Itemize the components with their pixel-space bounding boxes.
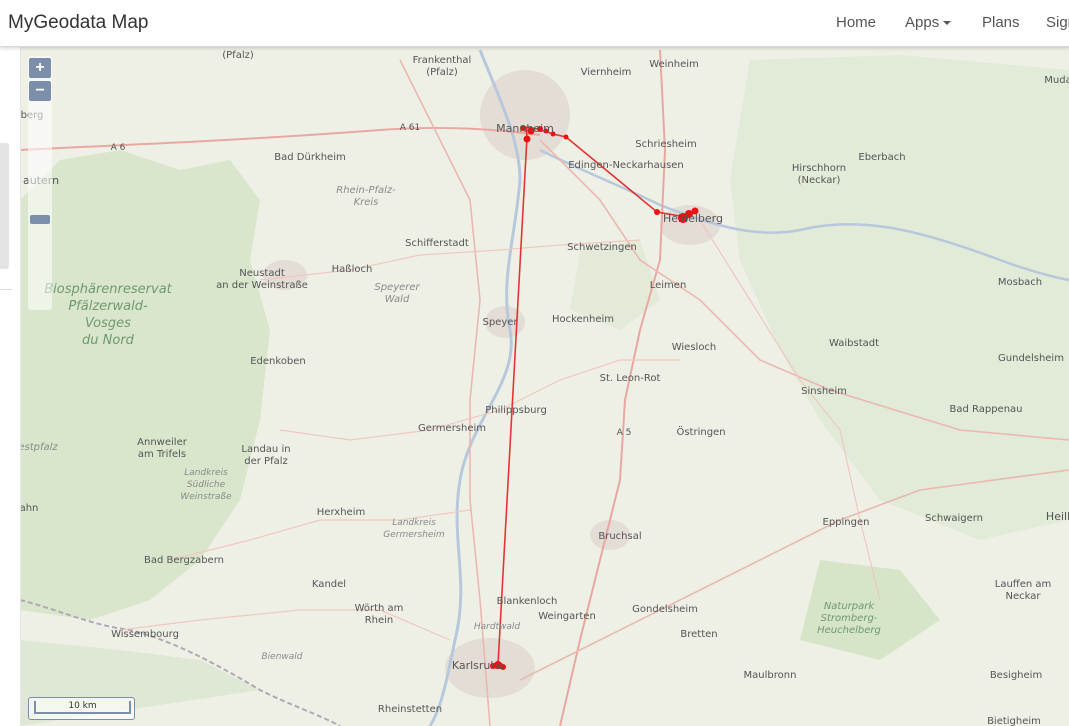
place-label: Mosbach	[997, 277, 1043, 288]
sidebar-divider	[0, 289, 12, 290]
place-label: Schwetzingen	[567, 242, 637, 253]
place-label: Eberbach	[858, 152, 906, 163]
place-label: Herxheim	[316, 507, 366, 518]
forest-label: Bienwald	[261, 652, 303, 662]
sidebar-toggle-handle[interactable]	[0, 143, 9, 269]
forest-label: Speyerer Wald	[374, 282, 420, 305]
place-label: Eppingen	[822, 517, 870, 528]
place-label: Landau in der Pfalz	[241, 444, 291, 467]
nav-sign[interactable]: Sign	[1046, 14, 1069, 31]
district-label: Landkreis Germersheim	[383, 518, 445, 540]
place-label: Viernheim	[580, 67, 632, 78]
place-label: Bad Dürkheim	[274, 152, 346, 163]
place-label: Lauffen am Neckar	[994, 579, 1052, 602]
place-label: Germersheim	[417, 423, 487, 434]
place-label: Sinsheim	[801, 386, 847, 397]
gps-track	[490, 125, 699, 670]
place-label: Speyer	[482, 317, 518, 328]
zoom-out-button[interactable]: −	[29, 81, 51, 101]
scale-line: 10 km	[28, 697, 135, 720]
place-label: Kandel	[311, 579, 347, 590]
gps-track-svg	[490, 125, 699, 670]
place-label: Weinheim	[649, 59, 699, 70]
district-label: Rhein-Pfalz- Kreis	[336, 185, 396, 208]
navbar: MyGeodata Map Home Apps Plans Sign	[0, 0, 1069, 47]
place-label: Schwaigern	[924, 513, 984, 524]
nav-plans[interactable]: Plans	[982, 14, 1020, 31]
place-label-heidelberg: Heidelberg	[663, 212, 723, 225]
place-label: Gundelsheim	[998, 353, 1064, 364]
road-label: A 61	[399, 123, 421, 133]
road-label: A 5	[616, 428, 632, 438]
place-label: Bietigheim	[987, 716, 1041, 726]
place-label: Rheinstetten	[377, 704, 443, 715]
place-label: Wörth am Rhein	[354, 603, 404, 626]
place-label: St. Leon-Rot	[599, 373, 661, 384]
district-label: estpfalz	[20, 442, 58, 453]
district-label: Landkreis Südliche Weinstraße	[180, 468, 232, 502]
place-label: Hirschhorn (Neckar)	[791, 163, 847, 186]
park-label-stromberg: Naturpark Stromberg- Heuchelberg	[817, 601, 881, 636]
place-label: Philippsburg	[485, 405, 547, 416]
place-label: Bruchsal	[598, 531, 642, 542]
place-label: Bretten	[680, 629, 718, 640]
map-canvas[interactable]: Frankenthal (Pfalz) (Pfalz) Viernheim Wei…	[20, 47, 1069, 726]
place-label: Waibstadt	[828, 338, 880, 349]
place-label: Leimen	[649, 280, 687, 291]
nav-apps-label: Apps	[905, 14, 940, 31]
place-label-frankenthal: Frankenthal (Pfalz)	[412, 55, 472, 78]
place-label: Blankenloch	[496, 596, 558, 607]
place-label: Wissembourg	[111, 629, 179, 640]
zoom-in-button[interactable]: +	[29, 58, 51, 78]
place-label: Weingarten	[538, 611, 596, 622]
scale-label: 10 km	[34, 701, 131, 714]
place-label: Östringen	[676, 427, 726, 438]
place-label: Bad Rappenau	[949, 404, 1023, 415]
nav-home[interactable]: Home	[836, 14, 876, 31]
place-label: Edenkoben	[250, 356, 306, 367]
place-label: Muda	[1044, 75, 1069, 86]
place-label: ahn	[20, 503, 39, 514]
place-label: Bad Bergzabern	[144, 555, 224, 566]
place-label: Schifferstadt	[405, 238, 469, 249]
place-label: Heilb	[1045, 510, 1069, 523]
place-label: Haßloch	[331, 264, 373, 275]
place-label-mannheim: Mannheim	[496, 122, 554, 135]
park-label-pfaelzerwald: Biosphärenreservat Pfälzerwald- Vosges du N…	[44, 282, 172, 348]
zoom-slider-handle[interactable]	[30, 215, 50, 224]
place-label: Gondelsheim	[632, 604, 698, 615]
sidebar	[0, 47, 21, 726]
place-label: Besigheim	[989, 670, 1043, 681]
place-label: Neustadt an der Weinstraße	[216, 268, 308, 291]
caret-down-icon	[943, 21, 952, 26]
nav-apps[interactable]: Apps	[905, 14, 952, 31]
place-label: Wiesloch	[671, 342, 717, 353]
zoom-control: + −	[28, 56, 52, 310]
place-label: Schriesheim	[635, 139, 697, 150]
place-label: Annweiler am Trifels	[137, 437, 187, 460]
road-label: A 6	[110, 143, 126, 153]
place-label-karlsruhe: Karlsruhe	[451, 659, 505, 672]
place-label: (Pfalz)	[222, 50, 254, 61]
brand-title[interactable]: MyGeodata Map	[8, 12, 148, 34]
place-label: Edingen-Neckarhausen	[568, 160, 684, 171]
place-label: Maulbronn	[743, 670, 797, 681]
forest-label: Hardtwald	[473, 622, 521, 632]
place-label: Hockenheim	[551, 314, 615, 325]
